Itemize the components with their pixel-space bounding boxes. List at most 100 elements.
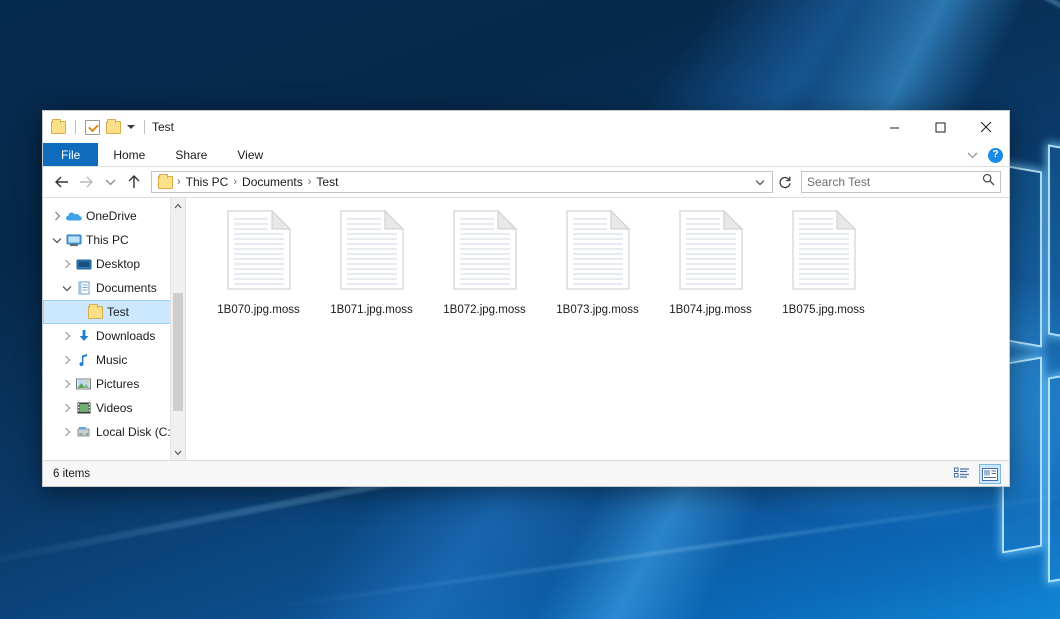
sidebar-label-this-pc: This PC [86,233,129,247]
tab-share[interactable]: Share [160,143,222,166]
breadcrumb-item-this-pc[interactable]: This PC [182,175,233,189]
quick-access-toolbar[interactable] [51,120,148,135]
list-item[interactable]: 1B075.jpg.moss [767,206,880,316]
sidebar-label-test: Test [107,305,129,319]
file-explorer-window: Test File Home Share [42,110,1010,487]
chevron-down-icon[interactable] [49,237,65,244]
this-pc-monitor-icon [65,234,82,247]
scrollbar-thumb[interactable] [173,293,183,411]
status-bar: 6 items [43,460,1009,486]
customize-quick-access-caret-icon[interactable] [127,125,135,129]
sidebar-item-this-pc[interactable]: This PC [43,228,185,252]
list-item[interactable]: 1B072.jpg.moss [428,206,541,316]
tab-view[interactable]: View [222,143,278,166]
desktop-icon [75,258,92,271]
previous-locations-caret-icon[interactable] [752,179,768,186]
file-list-area[interactable]: 1B070.jpg.moss [186,198,1009,460]
file-name: 1B075.jpg.moss [782,304,864,316]
new-folder-icon[interactable] [106,121,121,134]
chevron-right-icon[interactable] [59,331,75,341]
chevron-right-icon[interactable] [59,427,75,437]
sidebar-item-local-disk-c[interactable]: Local Disk (C:) [43,420,185,444]
sidebar-label-downloads: Downloads [96,329,155,343]
up-button[interactable] [123,171,145,193]
details-view-button[interactable] [951,464,973,484]
music-note-icon [75,353,92,367]
breadcrumb[interactable]: › This PC › Documents › Test [151,171,773,193]
navigation-tree: OneDrive This PC [43,198,185,444]
search-box[interactable] [801,171,1001,193]
file-name: 1B074.jpg.moss [669,304,751,316]
back-button[interactable] [51,171,73,193]
generic-file-icon [678,210,744,295]
sidebar-item-pictures[interactable]: Pictures [43,372,185,396]
file-grid: 1B070.jpg.moss [186,198,1009,324]
folder-icon[interactable] [51,121,66,134]
refresh-button[interactable] [775,171,795,193]
large-icons-view-button[interactable] [979,464,1001,484]
properties-checkbox-icon[interactable] [85,120,100,135]
folder-icon [88,306,103,319]
sidebar-item-test[interactable]: Test [43,300,185,324]
search-icon[interactable] [982,173,995,191]
sidebar-label-music: Music [96,353,127,367]
navigation-pane-scrollbar[interactable] [170,198,185,460]
sidebar-item-music[interactable]: Music [43,348,185,372]
sidebar-item-downloads[interactable]: Downloads [43,324,185,348]
tab-file[interactable]: File [43,143,98,166]
sidebar-item-desktop[interactable]: Desktop [43,252,185,276]
sidebar-label-desktop: Desktop [96,257,140,271]
breadcrumb-folder-icon [158,176,173,189]
maximize-button[interactable] [917,111,963,143]
search-input[interactable] [807,175,982,189]
sidebar-label-local-disk-c: Local Disk (C:) [96,425,175,439]
downloads-arrow-icon [75,329,92,343]
ribbon-right-controls: ? [967,143,1003,167]
chevron-right-icon[interactable] [59,355,75,365]
forward-button[interactable] [75,171,97,193]
navigation-pane: OneDrive This PC [43,198,186,460]
sidebar-item-videos[interactable]: Videos [43,396,185,420]
list-item[interactable]: 1B074.jpg.moss [654,206,767,316]
sidebar-label-pictures: Pictures [96,377,139,391]
breadcrumb-item-documents[interactable]: Documents [238,175,307,189]
pictures-icon [75,378,92,390]
window-controls [871,111,1009,143]
chevron-right-icon[interactable] [59,403,75,413]
qat-separator-1 [75,120,76,134]
chevron-right-icon[interactable] [59,379,75,389]
help-icon[interactable]: ? [988,148,1003,163]
scroll-down-arrow-icon[interactable] [171,445,185,460]
chevron-down-icon[interactable] [59,285,75,292]
videos-film-icon [75,402,92,414]
chevron-right-icon[interactable] [59,259,75,269]
breadcrumb-item-test[interactable]: Test [312,175,342,189]
sidebar-label-documents: Documents [96,281,157,295]
sidebar-label-onedrive: OneDrive [86,209,137,223]
close-button[interactable] [963,111,1009,143]
sidebar-item-documents[interactable]: Documents [43,276,185,300]
tab-home[interactable]: Home [98,143,160,166]
ribbon-tab-bar: File Home Share View ? [43,143,1009,167]
window-title: Test [152,120,174,134]
sidebar-label-videos: Videos [96,401,132,415]
documents-icon [75,281,92,295]
recent-locations-button[interactable] [99,171,121,193]
file-name: 1B070.jpg.moss [217,304,299,316]
list-item[interactable]: 1B070.jpg.moss [202,206,315,316]
explorer-body: OneDrive This PC [43,197,1009,460]
desktop: Test File Home Share [0,0,1060,619]
collapse-ribbon-chevron-icon[interactable] [967,146,978,164]
sidebar-item-onedrive[interactable]: OneDrive [43,204,185,228]
minimize-button[interactable] [871,111,917,143]
generic-file-icon [226,210,292,295]
scroll-up-arrow-icon[interactable] [171,198,185,213]
file-name: 1B071.jpg.moss [330,304,412,316]
chevron-right-icon[interactable] [49,211,65,221]
wallpaper-logo-pane-4 [1048,366,1060,582]
list-item[interactable]: 1B071.jpg.moss [315,206,428,316]
file-name: 1B072.jpg.moss [443,304,525,316]
onedrive-cloud-icon [65,210,82,222]
list-item[interactable]: 1B073.jpg.moss [541,206,654,316]
address-bar: › This PC › Documents › Test [43,167,1009,197]
